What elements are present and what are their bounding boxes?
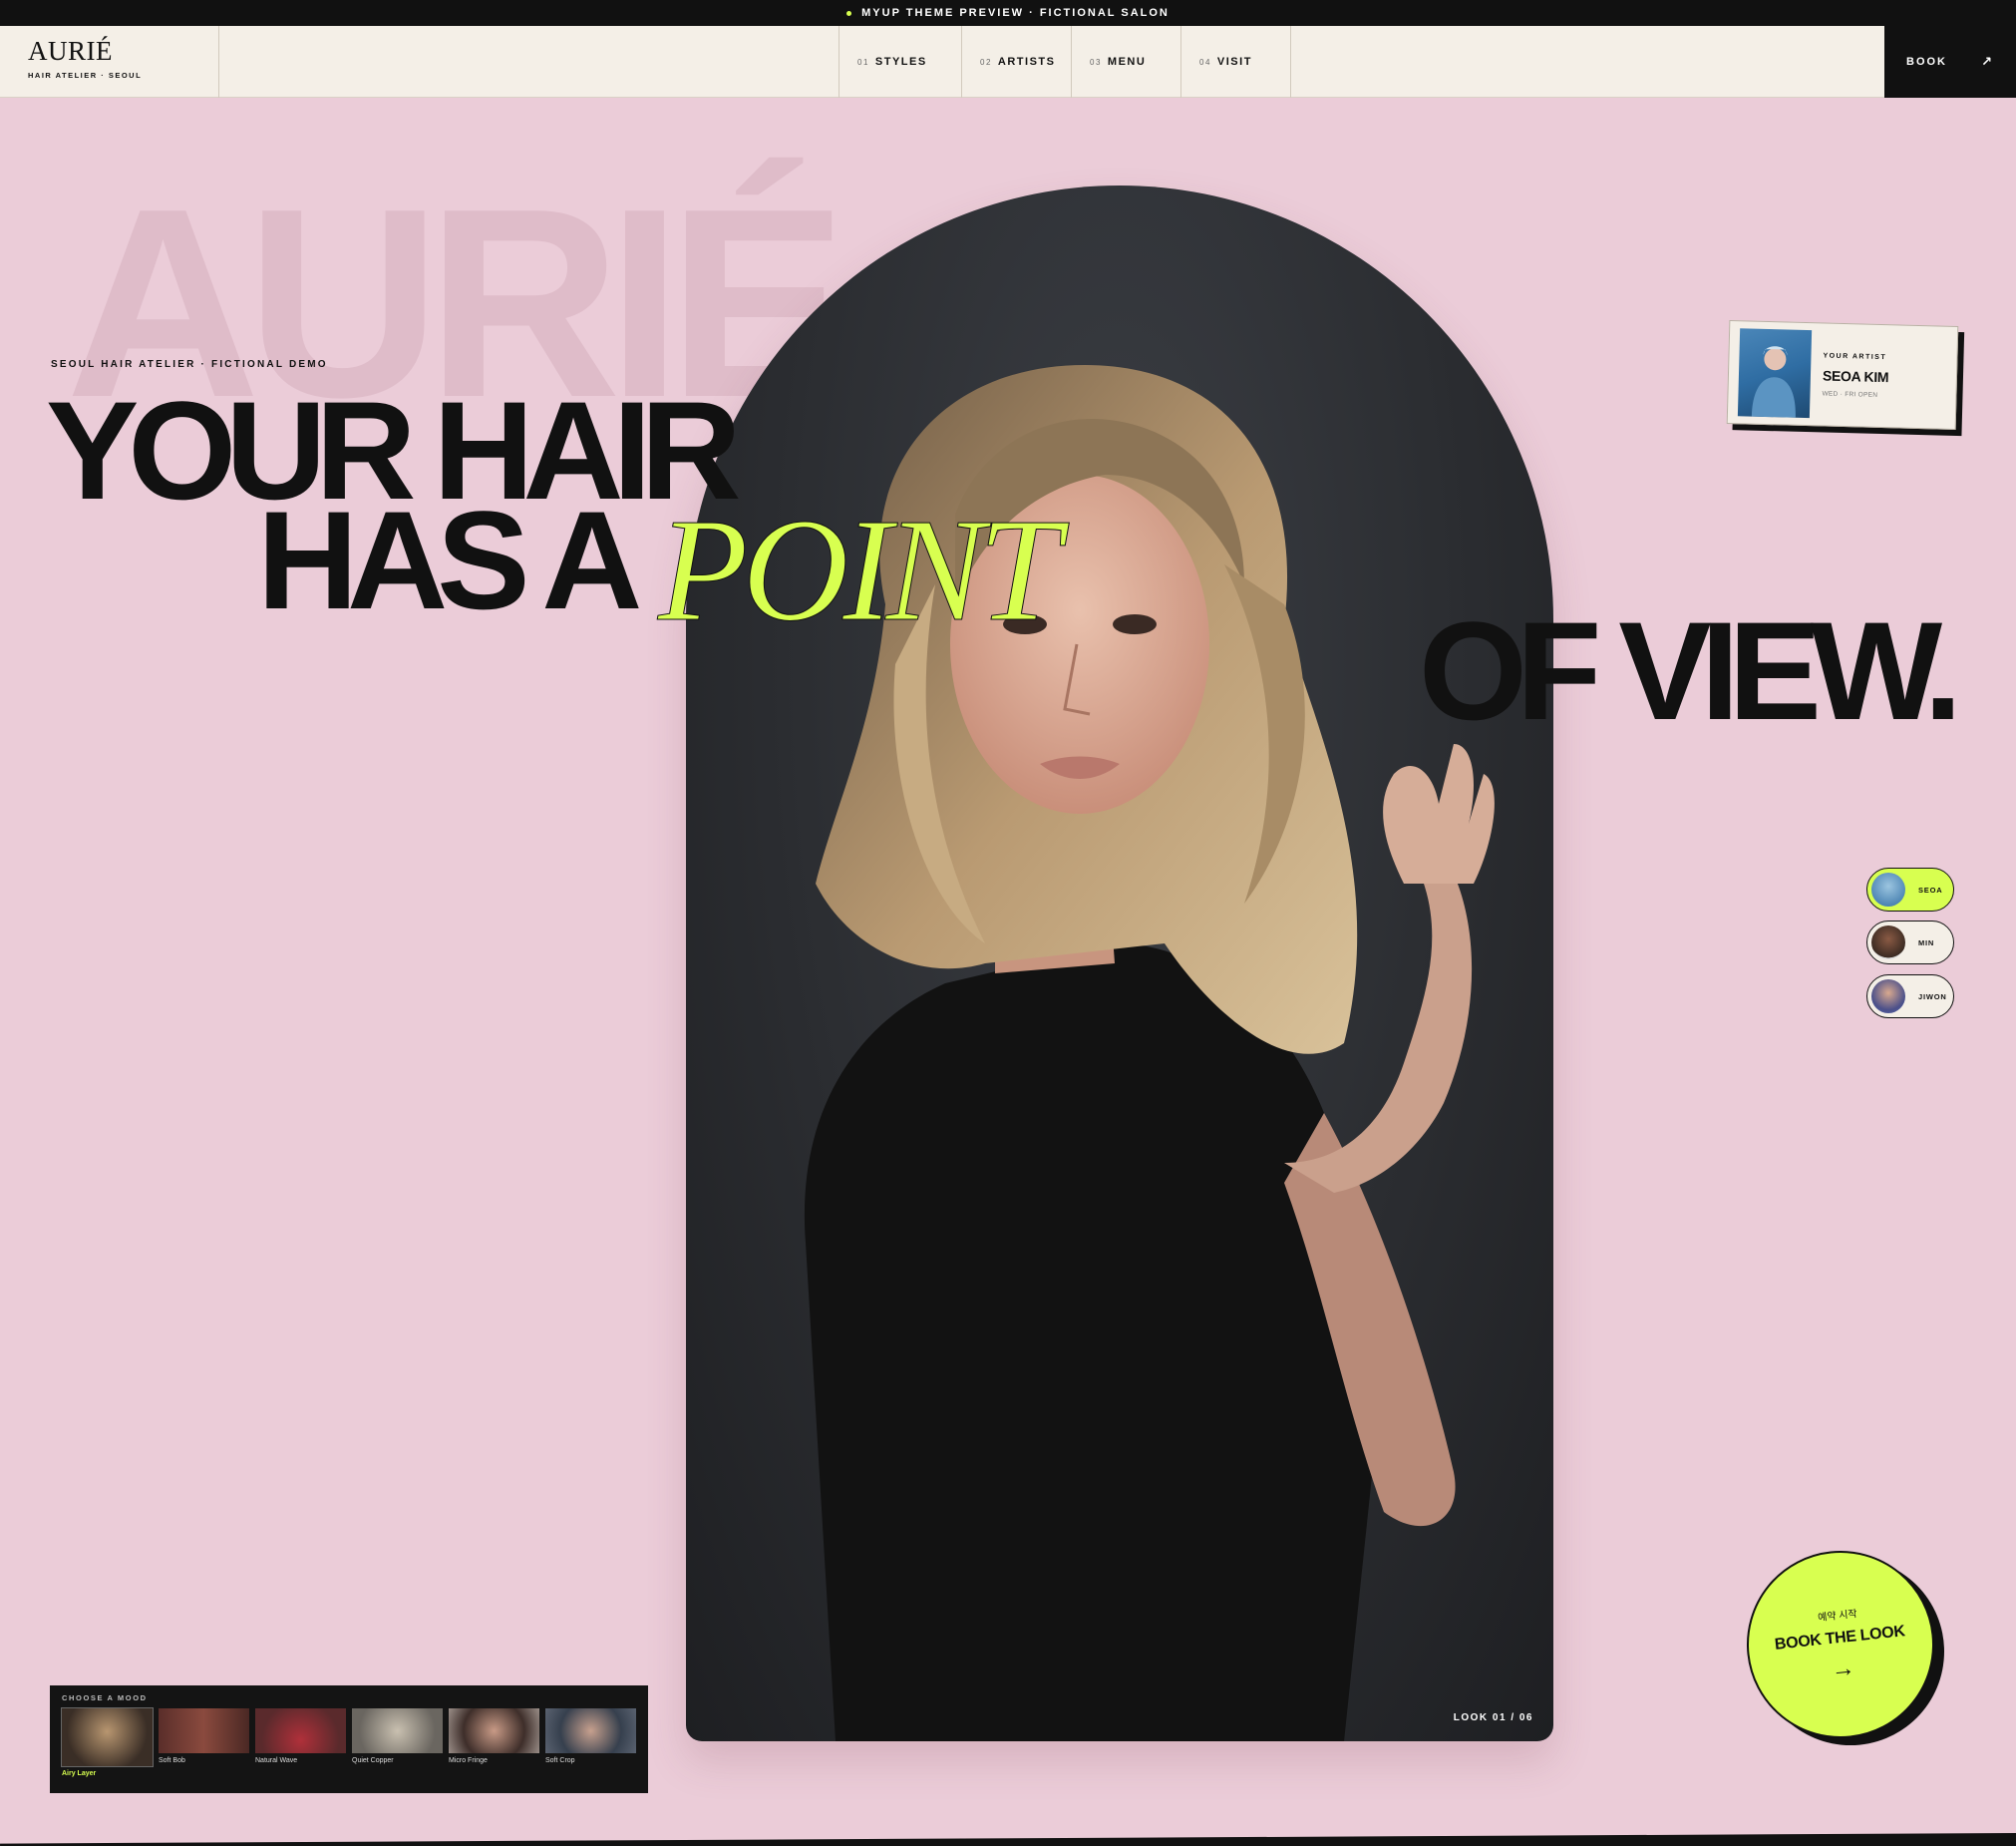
mood-selector: CHOOSE A MOOD Airy Layer Soft Bob Natura… (50, 1685, 648, 1793)
book-button[interactable]: BOOK ↗ (1884, 26, 2016, 98)
artist-card[interactable]: YOUR ARTIST SEOA KIM WED · FRI OPEN (1726, 320, 1959, 430)
nav-number: 04 (1199, 57, 1211, 67)
portrait-illustration (804, 365, 1495, 1741)
mood-item-soft-crop[interactable]: Soft Crop (545, 1708, 636, 1777)
book-button-label: BOOK (1906, 56, 1947, 68)
headline-accent-word: POINT (658, 489, 1062, 652)
mood-item-soft-bob[interactable]: Soft Bob (159, 1708, 249, 1777)
nav-label: STYLES (874, 56, 927, 68)
nav-item-visit[interactable]: 04 VISIT (1181, 26, 1291, 98)
mood-item-natural-wave[interactable]: Natural Wave (255, 1708, 346, 1777)
nav-label: ARTISTS (997, 56, 1056, 68)
brand-name: AURIÉ (28, 36, 113, 66)
headline-line-2: HAS A (257, 482, 642, 638)
artist-chip-label: MIN (1918, 937, 1935, 947)
mood-title: CHOOSE A MOOD (62, 1693, 148, 1702)
nav-number: 03 (1090, 57, 1102, 67)
hero-eyebrow: SEOUL HAIR ATELIER · FICTIONAL DEMO (51, 359, 328, 370)
artist-availability: WED · FRI OPEN (1822, 389, 1878, 399)
artist-portrait-illustration (1751, 346, 1796, 418)
artist-eyebrow: YOUR ARTIST (1823, 351, 1887, 361)
mood-label: Airy Layer (62, 1770, 97, 1777)
mood-thumbnail (545, 1708, 636, 1753)
book-the-look-label: BOOK THE LOOK (1774, 1622, 1906, 1654)
main-nav: 01 STYLES 02 ARTISTS 03 MENU 04 VISIT (839, 26, 1291, 98)
avatar (1871, 925, 1905, 959)
mood-thumbnail (255, 1708, 346, 1753)
mood-list: Airy Layer Soft Bob Natural Wave Quiet C… (61, 1707, 648, 1777)
mood-item-micro-fringe[interactable]: Micro Fringe (449, 1708, 539, 1777)
dot-icon (846, 10, 852, 16)
mood-thumbnail (352, 1708, 443, 1753)
mood-thumbnail (159, 1708, 249, 1753)
artist-chip-label: JIWON (1918, 991, 1947, 1001)
headline-line-3: OF VIEW. (1419, 592, 1962, 749)
avatar (1871, 979, 1905, 1013)
book-the-look-korean: 예약 시작 (1817, 1608, 1858, 1624)
mood-label: Soft Bob (159, 1757, 185, 1764)
artist-photo (1737, 328, 1813, 419)
brand-logo[interactable]: AURIÉ HAIR ATELIER · SEOUL (0, 26, 219, 98)
mood-thumbnail (449, 1708, 539, 1753)
avatar (1871, 873, 1905, 907)
look-counter: LOOK 01 / 06 (1453, 1712, 1533, 1723)
mood-label: Quiet Copper (352, 1757, 394, 1764)
hero-portrait-arch: LOOK 01 / 06 (686, 185, 1553, 1741)
nav-number: 02 (980, 57, 992, 67)
artist-chip-seoa[interactable]: SEOA (1866, 868, 1954, 912)
arrow-right-icon: → (1830, 1654, 1856, 1683)
announcement-bar: MYUP THEME PREVIEW · FICTIONAL SALON (0, 0, 2016, 26)
announcement-text: MYUP THEME PREVIEW · FICTIONAL SALON (861, 7, 1170, 19)
bottom-divider (0, 1833, 2016, 1846)
brand-tagline: HAIR ATELIER · SEOUL (28, 71, 143, 80)
mood-label: Micro Fringe (449, 1757, 488, 1764)
nav-label: MENU (1107, 56, 1147, 68)
site-header: AURIÉ HAIR ATELIER · SEOUL 01 STYLES 02 … (0, 26, 2016, 98)
mood-item-airy-layer[interactable]: Airy Layer (61, 1707, 154, 1777)
nav-item-styles[interactable]: 01 STYLES (839, 26, 962, 98)
artist-info: YOUR ARTIST SEOA KIM WED · FRI OPEN (1822, 352, 1888, 399)
nav-number: 01 (857, 57, 869, 67)
artist-chip-min[interactable]: MIN (1866, 921, 1954, 964)
artist-chip-label: SEOA (1918, 885, 1943, 895)
mood-thumbnail (61, 1707, 154, 1767)
nav-label: VISIT (1216, 56, 1252, 68)
arrow-up-right-icon: ↗ (1981, 54, 1994, 69)
artist-name: SEOA KIM (1822, 366, 1889, 385)
mood-label: Natural Wave (255, 1757, 298, 1764)
mood-label: Soft Crop (545, 1757, 575, 1764)
nav-item-menu[interactable]: 03 MENU (1072, 26, 1181, 98)
artist-chip-jiwon[interactable]: JIWON (1866, 974, 1954, 1018)
nav-item-artists[interactable]: 02 ARTISTS (962, 26, 1072, 98)
mood-item-quiet-copper[interactable]: Quiet Copper (352, 1708, 443, 1777)
